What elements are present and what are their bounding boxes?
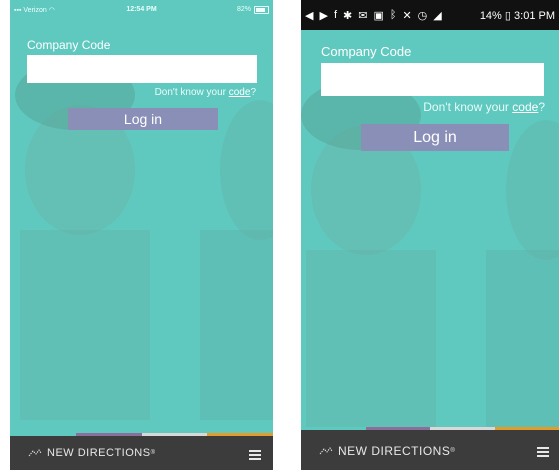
signal-icon: ◢ [433,10,442,22]
notification-icons: ◀ ▶ f ✱ ✉ ▣ ᛒ ✕ ◷ ◢ [305,9,442,22]
battery-icon: ▯ [504,10,511,22]
back-arrow-icon: ◀ [305,10,314,22]
footer-bar: NEW DIRECTIONS ® [10,436,273,470]
hamburger-menu-icon[interactable] [249,448,261,462]
mute-icon: ✕ [402,10,412,22]
brand-logo: NEW DIRECTIONS ® [319,444,455,458]
status-time: 3:01 PM [514,10,555,22]
login-button[interactable]: Log in [68,108,218,130]
code-help-link[interactable]: code [512,100,538,114]
company-code-label: Company Code [321,44,412,59]
login-button[interactable]: Log in [361,124,509,151]
brand-mark-icon [319,447,333,455]
company-code-label: Company Code [27,38,111,52]
image-icon: ▣ [373,10,384,22]
facebook-icon: f [333,9,337,21]
hamburger-menu-icon[interactable] [537,445,549,459]
battery-percent: 14% [479,10,502,22]
mail-icon: ✉ [358,10,368,22]
battery-icon [254,6,269,14]
code-help-text: Don't know your code? [154,87,256,98]
battery-percent: 82% [236,6,251,13]
ios-status-bar: ▪▪▪ Verizon ◠ 12:54 PM 82% [10,0,273,20]
slack-icon: ✱ [343,10,353,22]
status-time: 12:54 PM [126,6,157,13]
android-screen: ◀ ▶ f ✱ ✉ ▣ ᛒ ✕ ◷ ◢ 14% ▯ 3:01 PM Compan… [301,0,559,470]
play-icon: ▶ [319,10,328,22]
ios-screen: ▪▪▪ Verizon ◠ 12:54 PM 82% Company Code … [10,0,273,470]
brand-mark-icon [28,449,42,457]
footer-bar: NEW DIRECTIONS ® [301,430,559,470]
alarm-icon: ◷ [417,10,428,22]
brand-logo: NEW DIRECTIONS ® [28,447,155,459]
bluetooth-icon: ᛒ [389,9,397,21]
code-help-text: Don't know your code? [423,100,545,114]
company-code-input[interactable] [321,63,544,96]
android-status-right: 14% ▯ 3:01 PM [480,9,555,22]
company-code-input[interactable] [27,55,257,83]
code-help-link[interactable]: code [229,87,251,98]
android-status-bar: ◀ ▶ f ✱ ✉ ▣ ᛒ ✕ ◷ ◢ 14% ▯ 3:01 PM [301,0,559,30]
